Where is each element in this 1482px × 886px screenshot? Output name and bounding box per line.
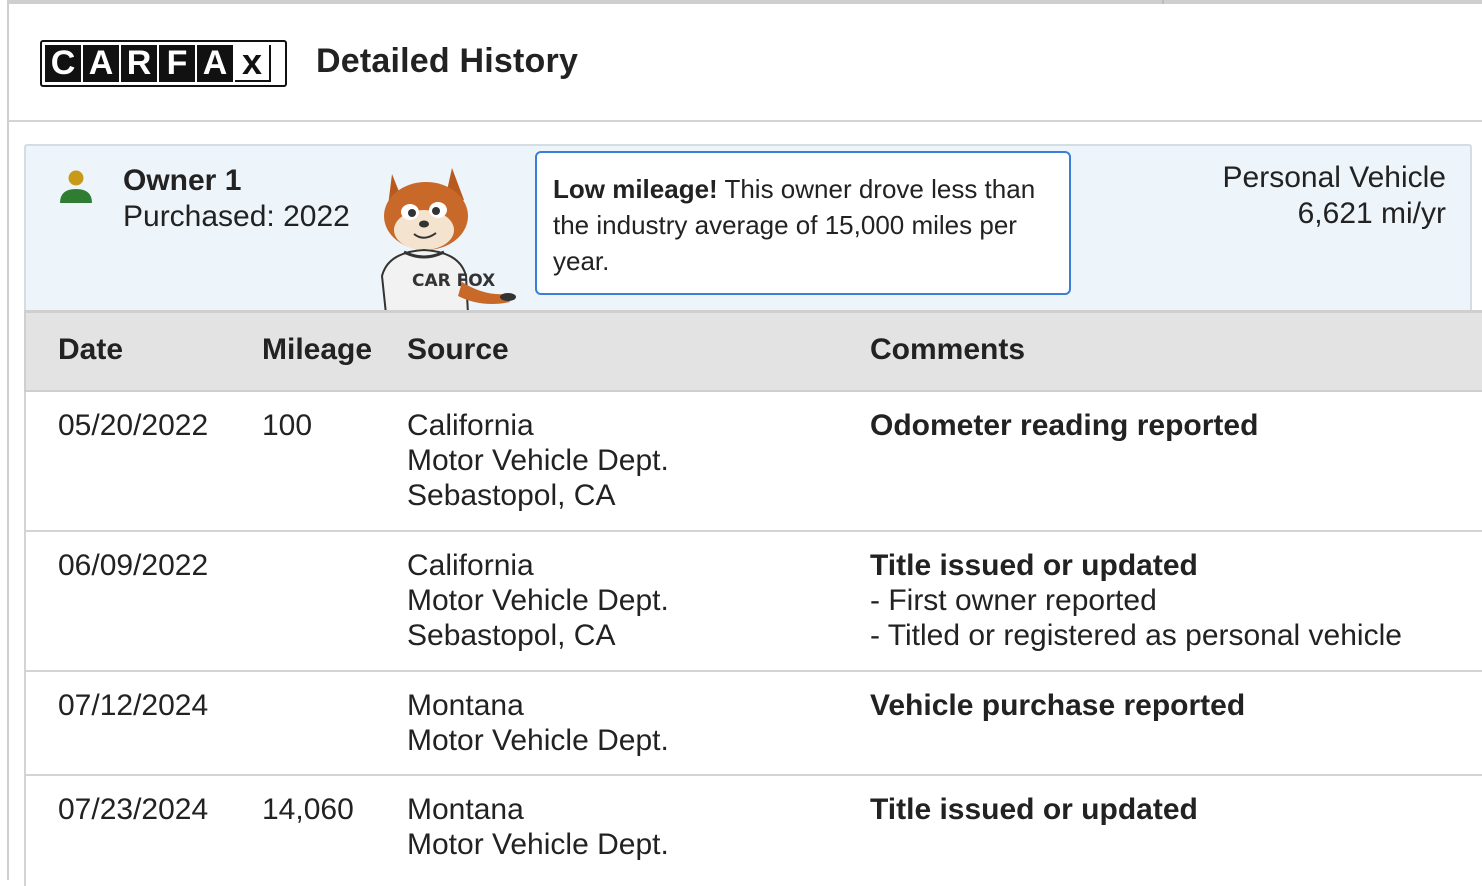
vehicle-type: Personal Vehicle (1222, 161, 1446, 194)
comment-title: Odometer reading reported (870, 409, 1259, 442)
row-comments: Title issued or updated (870, 792, 1198, 827)
source-line: Motor Vehicle Dept. (407, 584, 669, 617)
row-source: California Motor Vehicle Dept. Sebastopo… (407, 548, 669, 653)
row-source: Montana Motor Vehicle Dept. (407, 792, 669, 862)
low-mileage-callout: Low mileage! This owner drove less than … (535, 151, 1071, 295)
source-line: California (407, 409, 534, 442)
row-date: 06/09/2022 (58, 549, 209, 582)
owner-title: Owner 1 (123, 164, 242, 197)
column-header-comments: Comments (870, 333, 1026, 366)
logo-letter: C (45, 44, 81, 82)
person-icon (60, 170, 92, 203)
row-comments: Title issued or updated - First owner re… (870, 548, 1402, 653)
source-line: Motor Vehicle Dept. (407, 724, 669, 757)
row-comments: Vehicle purchase reported (870, 688, 1245, 723)
logo-letter: F (159, 44, 195, 82)
source-line: Sebastopol, CA (407, 619, 616, 652)
row-source: Montana Motor Vehicle Dept. (407, 688, 669, 758)
logo-letter: x (235, 44, 271, 82)
table-row: 07/23/2024 14,060 Montana Motor Vehicle … (24, 776, 1482, 886)
comment-item: - First owner reported (870, 584, 1157, 617)
row-comments: Odometer reading reported (870, 408, 1258, 443)
report-header: C A R F A x Detailed History (9, 4, 1482, 122)
mileage-per-year: 6,621 mi/yr (1297, 197, 1446, 230)
source-line: Motor Vehicle Dept. (407, 828, 669, 861)
comment-item: - Titled or registered as personal vehic… (870, 619, 1402, 652)
comment-title: Title issued or updated (870, 793, 1198, 826)
column-header-source: Source (407, 333, 509, 366)
comment-title: Vehicle purchase reported (870, 689, 1246, 722)
table-header: Date Mileage Source Comments (24, 310, 1482, 392)
carfox-mascot-icon: CAR FOX (380, 168, 516, 314)
source-line: Motor Vehicle Dept. (407, 444, 669, 477)
logo-letter: R (121, 44, 157, 82)
source-line: Montana (407, 793, 524, 826)
source-line: California (407, 549, 534, 582)
row-mileage: 14,060 (262, 793, 354, 826)
logo-letter: A (197, 44, 233, 82)
row-date: 05/20/2022 (58, 409, 209, 442)
logo-letter: A (83, 44, 119, 82)
history-table: Date Mileage Source Comments 05/20/2022 … (24, 310, 1482, 886)
column-header-mileage: Mileage (262, 333, 373, 366)
table-row: 06/09/2022 California Motor Vehicle Dept… (24, 532, 1482, 672)
row-date: 07/23/2024 (58, 793, 209, 826)
comment-title: Title issued or updated (870, 549, 1198, 582)
row-date: 07/12/2024 (58, 689, 209, 722)
table-row: 05/20/2022 100 California Motor Vehicle … (24, 392, 1482, 532)
source-line: Sebastopol, CA (407, 479, 616, 512)
page-title: Detailed History (316, 42, 579, 80)
row-mileage: 100 (262, 409, 313, 442)
owner-summary-panel: Owner 1 Purchased: 2022 CAR FOX Low mile… (24, 144, 1472, 314)
callout-highlight: Low mileage! (553, 174, 718, 204)
column-header-date: Date (58, 333, 124, 366)
owner-purchased: Purchased: 2022 (123, 200, 350, 233)
table-row: 07/12/2024 Montana Motor Vehicle Dept. V… (24, 672, 1482, 776)
carfax-logo: C A R F A x (40, 40, 287, 87)
row-source: California Motor Vehicle Dept. Sebastopo… (407, 408, 669, 513)
source-line: Montana (407, 689, 524, 722)
mascot-shirt-text: CAR FOX (412, 271, 495, 291)
